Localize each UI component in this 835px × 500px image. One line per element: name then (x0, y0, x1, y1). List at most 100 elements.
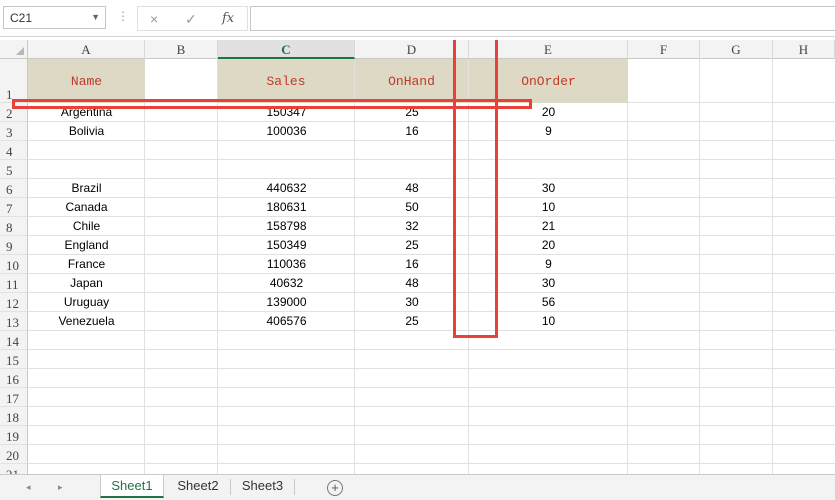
row-header-21[interactable]: 21 (0, 464, 28, 474)
cell-name[interactable]: France (28, 255, 145, 274)
cell-onhand[interactable]: 48 (355, 179, 469, 198)
row-header-7[interactable]: 7 (0, 198, 28, 217)
row-header-10[interactable]: 10 (0, 255, 28, 274)
cell-onhand[interactable]: 30 (355, 293, 469, 312)
cell-onhand[interactable] (355, 141, 469, 160)
cell-name[interactable]: Uruguay (28, 293, 145, 312)
header-cell-name[interactable]: Name (28, 59, 145, 103)
column-header-h[interactable]: H (773, 40, 835, 59)
column-header-b[interactable]: B (145, 40, 218, 59)
row-header-20[interactable]: 20 (0, 445, 28, 464)
tab-sheet1[interactable]: Sheet1 (100, 475, 164, 498)
cell-name[interactable]: Chile (28, 217, 145, 236)
column-header-c[interactable]: C (218, 40, 355, 59)
cell-sales[interactable]: 406576 (218, 312, 355, 331)
column-header-a[interactable]: A (28, 40, 145, 59)
header-cell-sales[interactable]: Sales (218, 59, 354, 103)
cell-name[interactable]: England (28, 236, 145, 255)
row-gridline (28, 368, 835, 369)
cell-onhand[interactable]: 25 (355, 236, 469, 255)
row-header-8[interactable]: 8 (0, 217, 28, 236)
row-gridline (28, 406, 835, 407)
header-cell-onhand[interactable]: OnHand (355, 59, 468, 103)
tab-sheet3[interactable]: Sheet3 (231, 475, 294, 498)
column-gridline (772, 59, 773, 474)
row-gridline (28, 463, 835, 464)
tab-sheet2[interactable]: Sheet2 (166, 475, 230, 498)
name-box[interactable]: C21 ▼ (3, 6, 106, 29)
cell-name[interactable]: Bolivia (28, 122, 145, 141)
row-number: 20 (6, 448, 19, 463)
header-name-label: Name (70, 74, 103, 89)
row-number: 19 (6, 429, 19, 444)
header-onhand-label: OnHand (388, 74, 435, 89)
row-gridline (28, 444, 835, 445)
row-header-19[interactable]: 19 (0, 426, 28, 445)
cancel-icon[interactable]: × (150, 11, 158, 27)
more-options-icon[interactable]: ⋮ (117, 9, 129, 23)
cell-sales[interactable] (218, 141, 355, 160)
row-header-16[interactable]: 16 (0, 369, 28, 388)
cell-onhand[interactable] (355, 160, 469, 179)
cell-name[interactable]: Venezuela (28, 312, 145, 331)
row-gridline (28, 349, 835, 350)
formula-input[interactable] (250, 6, 835, 31)
column-header-d[interactable]: D (355, 40, 469, 59)
worksheet-grid[interactable]: ABCDEFGH 1 2 3 4 5 6 7 8 9 10 11 12 13 14 15 16 17 18 19 20… (0, 40, 835, 474)
insert-function-icon[interactable]: fx (222, 11, 234, 26)
cell-sales[interactable]: 100036 (218, 122, 355, 141)
cell-onhand[interactable]: 48 (355, 274, 469, 293)
row-header-14[interactable]: 14 (0, 331, 28, 350)
cell-sales[interactable]: 110036 (218, 255, 355, 274)
enter-icon[interactable]: ✓ (185, 11, 197, 28)
row-number: 8 (6, 220, 13, 235)
cell-sales[interactable]: 40632 (218, 274, 355, 293)
name-box-value: C21 (10, 11, 33, 25)
row-header-6[interactable]: 6 (0, 179, 28, 198)
select-all-icon (16, 47, 24, 55)
row-number: 21 (6, 467, 19, 474)
highlight-box-column (453, 40, 498, 338)
row-gridline (28, 425, 835, 426)
sheet-tab-bar: ◂ ▸ Sheet1 Sheet2 Sheet3 + (0, 474, 835, 500)
row-header-13[interactable]: 13 (0, 312, 28, 331)
scroll-tabs-right-icon[interactable]: ▸ (58, 482, 63, 493)
cell-onhand[interactable]: 16 (355, 255, 469, 274)
cell-onhand[interactable]: 50 (355, 198, 469, 217)
row-header-3[interactable]: 3 (0, 122, 28, 141)
cell-name[interactable]: Canada (28, 198, 145, 217)
row-header-18[interactable]: 18 (0, 407, 28, 426)
cell-onhand[interactable]: 25 (355, 312, 469, 331)
row-header-12[interactable]: 12 (0, 293, 28, 312)
cell-onhand[interactable]: 16 (355, 122, 469, 141)
row-number: 10 (6, 258, 19, 273)
cell-name[interactable] (28, 141, 145, 160)
cell-sales[interactable]: 139000 (218, 293, 355, 312)
row-header-15[interactable]: 15 (0, 350, 28, 369)
row-number: 9 (6, 239, 13, 254)
row-header-9[interactable]: 9 (0, 236, 28, 255)
row-header-11[interactable]: 11 (0, 274, 28, 293)
cell-name[interactable]: Japan (28, 274, 145, 293)
cell-name[interactable]: Brazil (28, 179, 145, 198)
column-header-f[interactable]: F (628, 40, 700, 59)
cell-sales[interactable] (218, 160, 355, 179)
row-number: 3 (6, 125, 13, 140)
cell-onhand[interactable]: 32 (355, 217, 469, 236)
cell-name[interactable] (28, 160, 145, 179)
row-header-1[interactable]: 1 (0, 59, 28, 103)
row-header-5[interactable]: 5 (0, 160, 28, 179)
row-number: 7 (6, 201, 13, 216)
row-header-4[interactable]: 4 (0, 141, 28, 160)
add-sheet-icon[interactable]: + (327, 480, 343, 496)
cell-sales[interactable]: 440632 (218, 179, 355, 198)
column-header-g[interactable]: G (700, 40, 773, 59)
row-number: 15 (6, 353, 19, 368)
chevron-down-icon[interactable]: ▼ (91, 12, 100, 22)
select-all-button[interactable] (0, 40, 28, 59)
cell-sales[interactable]: 150349 (218, 236, 355, 255)
row-header-17[interactable]: 17 (0, 388, 28, 407)
scroll-tabs-left-icon[interactable]: ◂ (26, 482, 31, 493)
cell-sales[interactable]: 180631 (218, 198, 355, 217)
cell-sales[interactable]: 158798 (218, 217, 355, 236)
